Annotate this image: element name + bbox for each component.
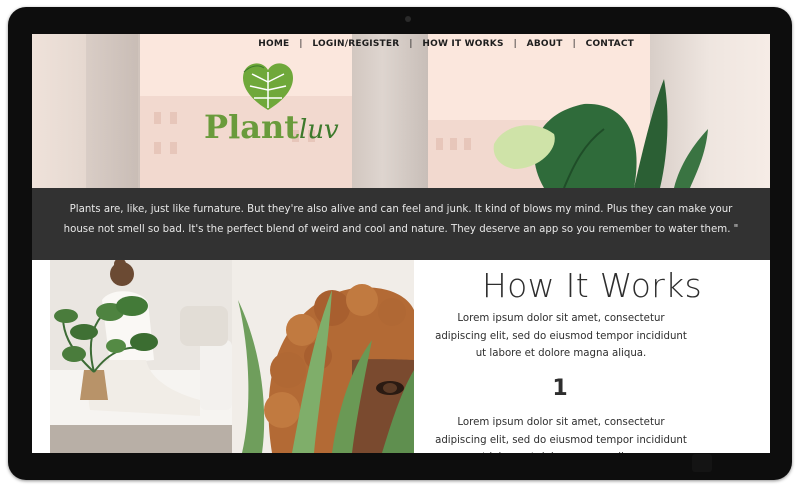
how-it-works-intro-text: Lorem ipsum dolor sit amet, consectetur … bbox=[435, 313, 687, 359]
bezel-corner-mark bbox=[692, 454, 712, 472]
logo-word-luv: luv bbox=[299, 115, 339, 145]
plantluv-logo[interactable]: Plantluv bbox=[204, 60, 344, 155]
nav-home-link[interactable]: HOME bbox=[258, 39, 289, 49]
webcam-dot bbox=[405, 16, 411, 22]
how-it-works-heading: How It Works bbox=[481, 266, 702, 305]
nav-separator: | bbox=[409, 39, 413, 49]
nav-how-it-works-link[interactable]: HOW IT WORKS bbox=[422, 39, 503, 49]
logo-wordmark: Plantluv bbox=[204, 108, 339, 146]
website-screen: HOME | LOGIN/REGISTER | HOW IT WORKS | A… bbox=[32, 34, 770, 453]
tagline-text: Plants are, like, just like furnature. B… bbox=[63, 204, 739, 235]
building-window bbox=[436, 138, 443, 150]
nav-contact-link[interactable]: CONTACT bbox=[586, 39, 634, 49]
building-window bbox=[170, 142, 177, 154]
monstera-heart-leaf-icon bbox=[243, 63, 293, 110]
window-mullion bbox=[352, 34, 428, 188]
nav-separator: | bbox=[299, 39, 303, 49]
building-window bbox=[154, 142, 161, 154]
main-navigation: HOME | LOGIN/REGISTER | HOW IT WORKS | A… bbox=[258, 39, 634, 49]
nav-separator: | bbox=[572, 39, 576, 49]
logo-word-plant: Plant bbox=[204, 108, 299, 146]
curly-hair-aloe-illustration bbox=[232, 260, 414, 453]
building-window bbox=[464, 138, 471, 150]
window-frame-left-inner bbox=[86, 34, 138, 188]
building-window bbox=[154, 112, 161, 124]
step-1-description: Lorem ipsum dolor sit amet, consectetur … bbox=[435, 417, 687, 453]
tagline-banner: Plants are, like, just like furnature. B… bbox=[32, 188, 770, 260]
nav-login-register-link[interactable]: LOGIN/REGISTER bbox=[312, 39, 399, 49]
building-window bbox=[450, 138, 457, 150]
monstera-plant-image bbox=[493, 79, 708, 188]
building-window bbox=[170, 112, 177, 124]
nav-separator: | bbox=[513, 39, 517, 49]
woman-with-plant-illustration bbox=[50, 260, 232, 453]
curly-hair-aloe-photo bbox=[232, 260, 414, 453]
step-number: 1 bbox=[552, 376, 568, 401]
nav-about-link[interactable]: ABOUT bbox=[527, 39, 563, 49]
woman-with-plant-photo bbox=[50, 260, 232, 453]
hero-section: HOME | LOGIN/REGISTER | HOW IT WORKS | A… bbox=[32, 34, 770, 188]
